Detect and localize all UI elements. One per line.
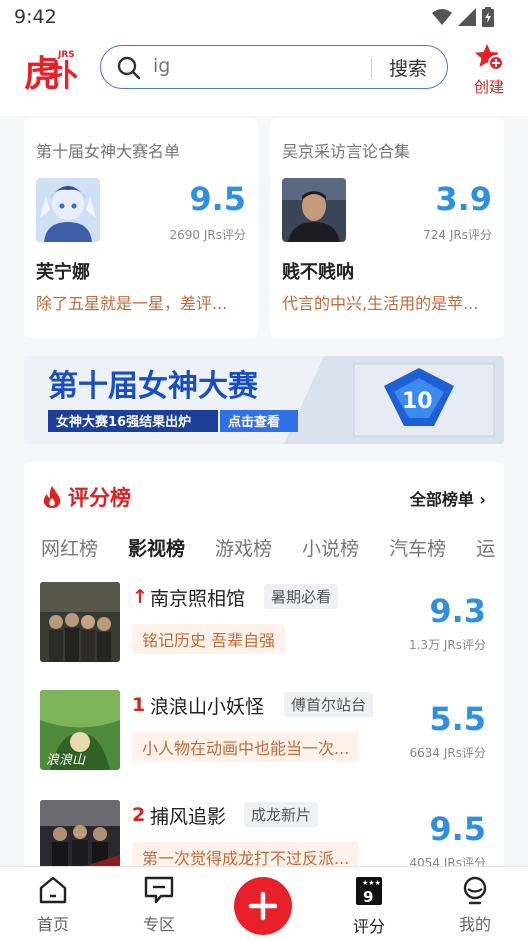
chat-icon xyxy=(144,876,174,904)
featured-cards: 第十届女神大赛名单 9.5 2690 JRs评分 芙宁娜 除了五星就是一星，差评… xyxy=(24,118,504,340)
create-button[interactable]: 创建 xyxy=(466,42,512,97)
item-rating-count: 6634 JRs评分 xyxy=(409,746,486,760)
tab-cars[interactable]: 汽车榜 xyxy=(389,534,446,561)
tab-influencer[interactable]: 网红榜 xyxy=(41,534,98,561)
wifi-icon xyxy=(432,9,452,25)
item-score: 9.5 xyxy=(429,810,486,848)
create-label: 创建 xyxy=(473,78,504,96)
battery-icon xyxy=(482,7,494,27)
card-name: 贱不贱呐 xyxy=(282,262,354,283)
item-tag: 暑期必看 xyxy=(264,584,339,609)
fire-icon xyxy=(43,486,61,508)
all-leaderboards-label: 全部榜单 xyxy=(409,490,474,509)
tab-label: 专区 xyxy=(142,915,175,934)
profile-icon xyxy=(463,876,487,905)
logo-badge-text: JRS xyxy=(57,50,75,60)
tab-label: 评分 xyxy=(352,917,385,936)
item-score: 5.5 xyxy=(429,700,486,738)
item-tag: 成龙新片 xyxy=(244,802,319,827)
tab-rating[interactable]: ★★★ 9 评分 xyxy=(334,875,404,937)
banner-title: 第十届女神大赛 xyxy=(48,369,259,404)
svg-text:扑: 扑 xyxy=(48,59,78,92)
leaderboard-item[interactable]: 浪浪山 1 浪浪山小妖怪 傅首尔站台 小人物在动画中也能当一次... 5.5 6… xyxy=(40,690,504,782)
top-header: 虎 扑 JRS 搜索 创建 xyxy=(0,36,528,116)
tab-sports[interactable]: 运 xyxy=(476,534,495,561)
svg-text:★★★: ★★★ xyxy=(362,879,381,887)
banner-cta: 点击查看 xyxy=(228,414,280,430)
poster-image xyxy=(40,582,120,662)
card-title: 第十届女神大赛名单 xyxy=(36,142,181,161)
card-rating-count: 2690 JRs评分 xyxy=(169,228,246,242)
featured-card[interactable]: 第十届女神大赛名单 9.5 2690 JRs评分 芙宁娜 除了五星就是一星，差评… xyxy=(24,118,258,338)
search-icon xyxy=(117,56,141,80)
rating-badge-number: 9 xyxy=(363,888,373,906)
tab-home[interactable]: 首页 xyxy=(18,875,88,935)
bottom-tab-bar: 首页 专区 ★★★ 9 评分 我的 xyxy=(0,866,528,940)
leaderboard-title-text: 评分榜 xyxy=(68,486,131,510)
card-description: 除了五星就是一星，差评... xyxy=(36,294,228,313)
search-input[interactable] xyxy=(153,55,353,77)
svg-text:10: 10 xyxy=(402,389,433,414)
rating-icon: ★★★9 xyxy=(356,877,382,906)
create-star-icon xyxy=(475,44,504,71)
search-bar[interactable]: 搜索 xyxy=(100,45,448,89)
item-title: 浪浪山小妖怪 xyxy=(150,696,265,718)
card-description: 代言的中兴,生活用的是苹... xyxy=(282,294,479,313)
status-time: 9:42 xyxy=(14,6,57,28)
search-button[interactable]: 搜索 xyxy=(389,54,427,81)
tab-label: 我的 xyxy=(458,915,491,934)
signal-icon xyxy=(458,8,476,26)
chevron-right-icon: › xyxy=(479,490,486,509)
tab-games[interactable]: 游戏榜 xyxy=(215,534,272,561)
item-score: 9.3 xyxy=(429,592,486,630)
leaderboard-title: 评分榜 xyxy=(42,482,131,512)
post-button[interactable] xyxy=(234,877,292,935)
plus-icon xyxy=(248,891,278,921)
item-quote: 小人物在动画中也能当一次... xyxy=(132,732,360,762)
item-rating-count: 1.3万 JRs评分 xyxy=(408,638,486,652)
item-tag: 傅首尔站台 xyxy=(284,692,374,717)
tab-zone[interactable]: 专区 xyxy=(124,875,194,935)
card-score: 3.9 xyxy=(435,180,492,218)
card-title: 吴京采访言论合集 xyxy=(282,142,411,161)
card-thumbnail xyxy=(282,178,346,242)
featured-card[interactable]: 吴京采访言论合集 3.9 724 JRs评分 贱不贱呐 代言的中兴,生活用的是苹… xyxy=(270,118,504,338)
card-name: 芙宁娜 xyxy=(36,262,90,283)
tab-label: 首页 xyxy=(36,915,69,934)
poster-image: 浪浪山 xyxy=(40,690,120,770)
status-bar: 9:42 xyxy=(0,0,528,36)
card-thumbnail xyxy=(36,178,100,242)
banner-subtitle: 女神大赛16强结果出炉 xyxy=(56,414,191,430)
rating-leaderboard: 评分榜 全部榜单 › 网红榜 影视榜 游戏榜 小说榜 汽车榜 运 ↑ 南京照相馆… xyxy=(24,462,504,882)
home-icon xyxy=(39,876,67,904)
item-title: 捕风追影 xyxy=(150,806,227,828)
rank-number: ↑ xyxy=(132,586,148,608)
svg-text:浪浪山: 浪浪山 xyxy=(46,752,86,768)
hupu-logo[interactable]: 虎 扑 JRS xyxy=(22,44,78,95)
promo-banner[interactable]: 10 第十届女神大赛 女神大赛16强结果出炉 点击查看 xyxy=(24,356,504,444)
search-divider xyxy=(371,58,372,78)
rank-number: 1 xyxy=(132,694,146,716)
tab-profile[interactable]: 我的 xyxy=(440,875,510,935)
card-score: 9.5 xyxy=(189,180,246,218)
card-rating-count: 724 JRs评分 xyxy=(423,228,492,242)
tab-film-tv[interactable]: 影视榜 xyxy=(128,534,185,561)
item-title: 南京照相馆 xyxy=(150,588,246,610)
all-leaderboards-link[interactable]: 全部榜单 › xyxy=(410,486,486,510)
status-icons xyxy=(432,7,494,27)
category-tabs: 网红榜 影视榜 游戏榜 小说榜 汽车榜 运 xyxy=(41,534,495,561)
leaderboard-item[interactable]: ↑ 南京照相馆 暑期必看 铭记历史 吾辈自强 9.3 1.3万 JRs评分 xyxy=(40,582,504,674)
item-quote: 铭记历史 吾辈自强 xyxy=(132,624,286,654)
tab-novels[interactable]: 小说榜 xyxy=(302,534,359,561)
rank-number: 2 xyxy=(132,804,146,826)
